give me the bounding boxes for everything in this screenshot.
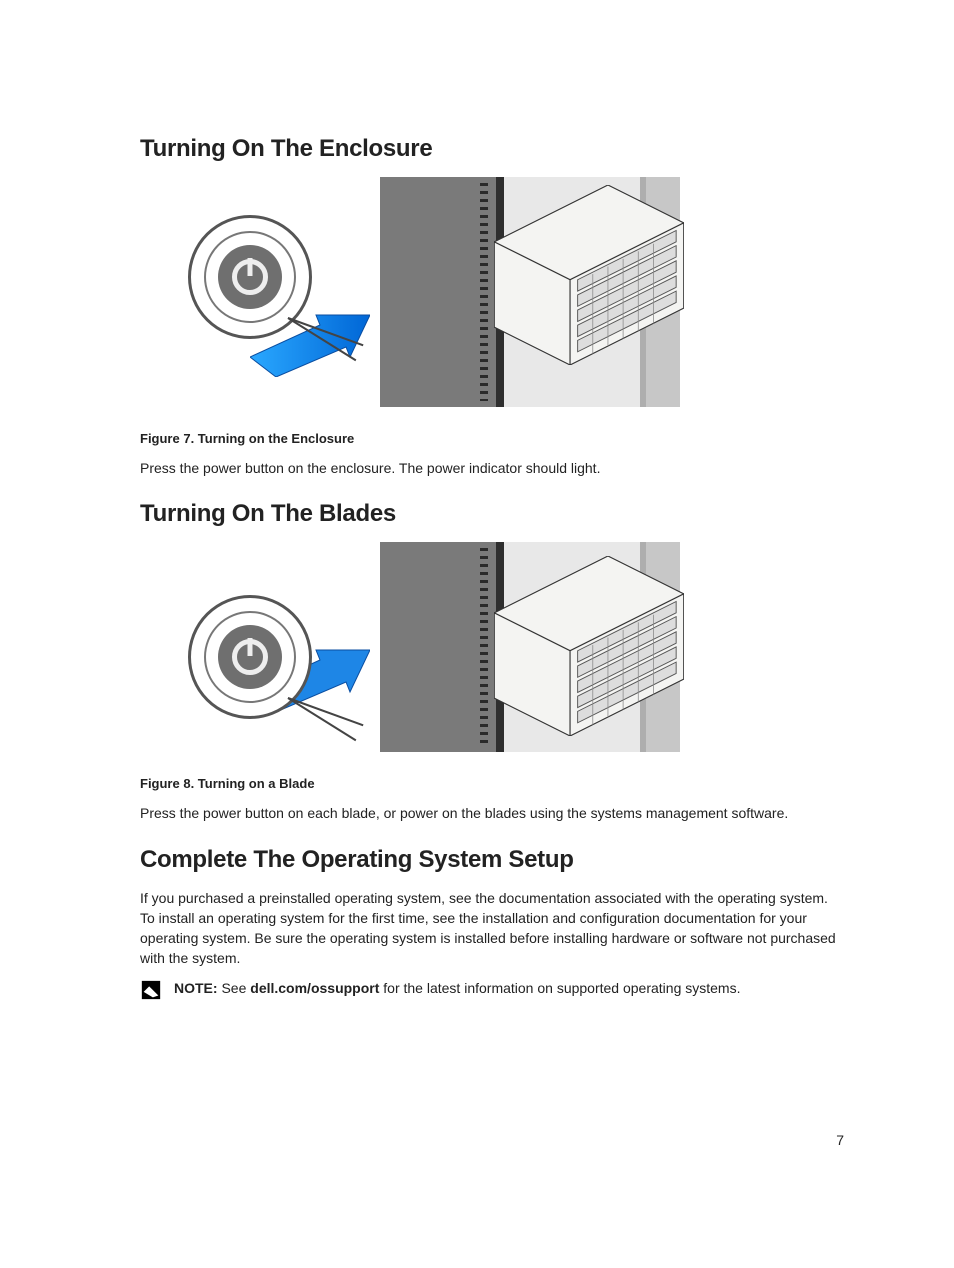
note-text: NOTE: See dell.com/ossupport for the lat… — [174, 979, 740, 999]
power-button-inset — [170, 577, 330, 737]
figure-enclosure — [180, 177, 680, 407]
heading-blades: Turning On The Blades — [140, 500, 844, 528]
body-setup: If you purchased a preinstalled operatin… — [140, 888, 844, 969]
page: Turning On The Enclosure — [0, 0, 954, 1268]
power-icon — [218, 245, 282, 309]
power-icon — [218, 625, 282, 689]
power-button-inset — [170, 197, 330, 357]
heading-enclosure: Turning On The Enclosure — [140, 135, 844, 163]
note-pre: See — [218, 980, 251, 996]
figure-blades — [180, 542, 680, 752]
figure-caption-enclosure: Figure 7. Turning on the Enclosure — [140, 431, 844, 446]
body-blades: Press the power button on each blade, or… — [140, 803, 844, 823]
note-label: NOTE: — [174, 980, 218, 996]
note-link: dell.com/ossupport — [250, 980, 379, 996]
rack-illustration — [380, 542, 680, 752]
note-post: for the latest information on supported … — [379, 980, 740, 996]
rack-illustration — [380, 177, 680, 407]
page-number: 7 — [836, 1132, 844, 1148]
figure-caption-blades: Figure 8. Turning on a Blade — [140, 776, 844, 791]
note-row: NOTE: See dell.com/ossupport for the lat… — [140, 979, 844, 1001]
heading-setup: Complete The Operating System Setup — [140, 846, 844, 874]
body-enclosure: Press the power button on the enclosure.… — [140, 458, 844, 478]
note-icon — [140, 979, 162, 1001]
